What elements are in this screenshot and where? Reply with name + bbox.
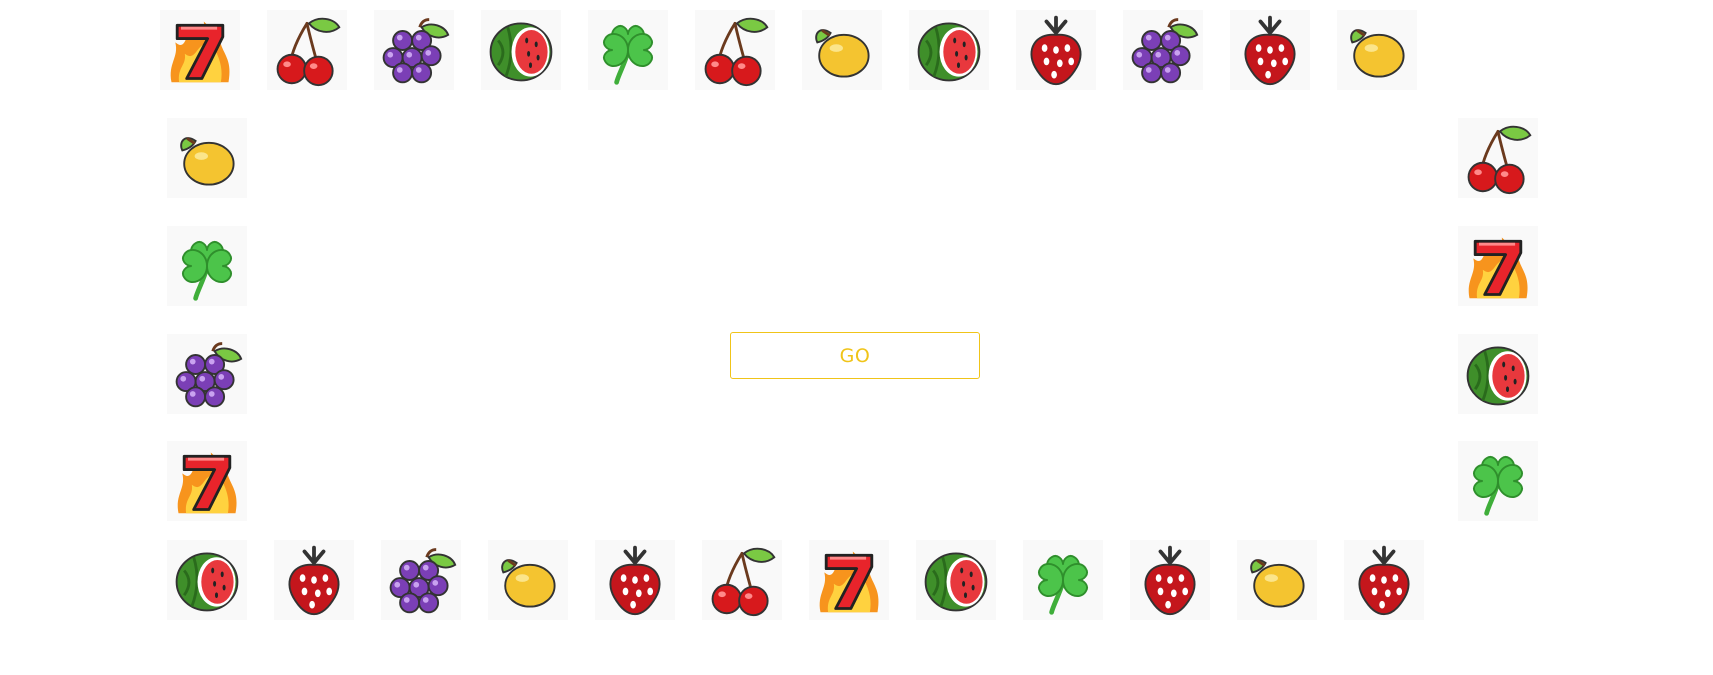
lemon-icon [180,137,235,186]
strawberry-icon [1030,15,1082,86]
slot-tile [274,540,354,620]
slot-tile [909,10,989,90]
strawberry-icon [1358,545,1410,616]
slot-tile [695,10,775,90]
seven-icon [819,551,879,613]
slot-tile [1458,441,1538,521]
watermelon-icon [489,22,553,82]
strawberry-icon [609,545,661,616]
strawberry-icon [1244,15,1296,86]
grapes-icon [175,342,243,408]
slot-tile [588,10,668,90]
slot-tile [1337,10,1417,90]
slot-tile [1016,10,1096,90]
cherry-icon [711,547,776,617]
grapes-icon [389,548,457,614]
grapes-icon [1131,18,1199,84]
seven-icon [1468,237,1528,299]
grapes-icon [382,18,450,84]
slot-tile [1230,10,1310,90]
lemon-icon [501,559,556,608]
slot-tile [488,540,568,620]
slot-tile [167,441,247,521]
slot-tile [1458,334,1538,414]
slot-tile [1458,226,1538,306]
seven-icon [177,452,237,514]
slot-tile [167,118,247,198]
slot-tile [1237,540,1317,620]
watermelon-icon [175,552,239,612]
slot-tile [595,540,675,620]
slot-tile [1344,540,1424,620]
slot-tile [267,10,347,90]
slot-tile [167,540,247,620]
strawberry-icon [288,545,340,616]
slot-tile [381,540,461,620]
slot-tile [1458,118,1538,198]
clover-icon [1038,555,1088,615]
clover-icon [1473,456,1523,516]
slot-tile [167,334,247,414]
clover-icon [603,25,653,85]
lemon-icon [1350,29,1405,78]
go-button[interactable]: GO [730,332,980,379]
lemon-icon [815,29,870,78]
slot-tile [916,540,996,620]
clover-icon [182,241,232,301]
strawberry-icon [1144,545,1196,616]
watermelon-icon [924,552,988,612]
slot-tile [1123,10,1203,90]
watermelon-icon [1466,346,1530,406]
slot-tile [374,10,454,90]
slot-tile [702,540,782,620]
slot-tile [160,10,240,90]
cherry-icon [276,17,341,87]
slot-tile [1023,540,1103,620]
cherry-icon [1467,125,1532,195]
slot-tile [167,226,247,306]
slot-tile [809,540,889,620]
watermelon-icon [917,22,981,82]
slot-tile [481,10,561,90]
slot-tile [802,10,882,90]
lemon-icon [1250,559,1305,608]
cherry-icon [704,17,769,87]
seven-icon [170,21,230,83]
slot-tile [1130,540,1210,620]
